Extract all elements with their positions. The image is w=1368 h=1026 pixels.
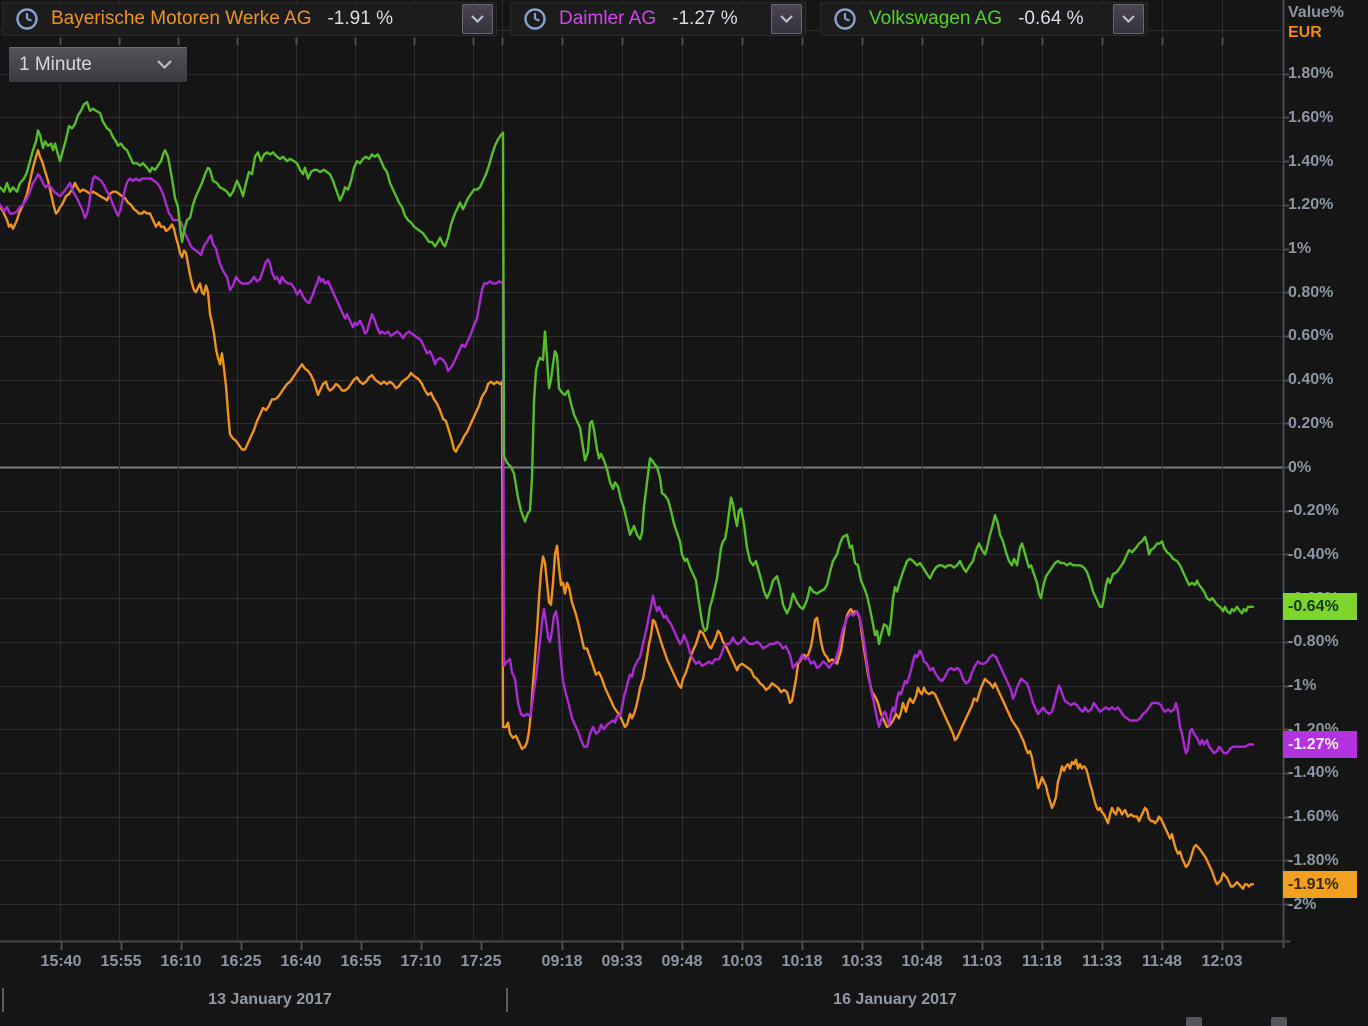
series-line-vw <box>0 102 1253 644</box>
time-axis-label: 09:18 <box>542 953 583 971</box>
value-axis-currency: EUR <box>1288 23 1344 43</box>
last-value-badge-daimler: -1.27% <box>1283 731 1357 758</box>
time-axis-label: 16:55 <box>341 953 382 971</box>
value-axis-label: -0.80% <box>1288 632 1339 651</box>
value-axis-label: -1.40% <box>1288 763 1339 782</box>
chart-canvas[interactable] <box>0 0 1368 1026</box>
value-axis-label: 0.20% <box>1288 414 1333 433</box>
instrument-dropdown-button[interactable] <box>462 4 493 34</box>
value-axis-title-line1: Value% <box>1288 3 1344 23</box>
value-axis-label: -0.20% <box>1288 501 1339 520</box>
value-axis-label: 0.80% <box>1288 283 1333 302</box>
instrument-tab-vw[interactable]: Volkswagen AG -0.64 % <box>820 2 1148 36</box>
instrument-tab-daimler[interactable]: Daimler AG -1.27 % <box>510 2 806 36</box>
value-axis-label: -1.60% <box>1288 807 1339 826</box>
time-axis-label: 10:03 <box>722 953 763 971</box>
instrument-dropdown-button[interactable] <box>1113 4 1144 34</box>
instrument-tab-bmw[interactable]: Bayerische Motoren Werke AG -1.91 % <box>2 2 497 36</box>
value-axis-label: -1.80% <box>1288 851 1339 870</box>
interval-label: 1 Minute <box>19 54 92 76</box>
value-axis-label: 0.60% <box>1288 326 1333 345</box>
chevron-down-icon <box>779 8 794 30</box>
time-axis-label: 09:33 <box>602 953 643 971</box>
last-value-badge-vw: -0.64% <box>1283 593 1357 620</box>
scrollbar-marker-left[interactable] <box>1186 1017 1202 1026</box>
chart-window: Bayerische Motoren Werke AG -1.91 % Daimle… <box>0 0 1368 1026</box>
time-axis-label: 10:33 <box>842 953 883 971</box>
chevron-down-icon <box>470 8 485 30</box>
time-axis-label: 12:03 <box>1202 953 1243 971</box>
instrument-change: -1.91 % <box>327 8 392 30</box>
last-value-badge-bmw: -1.91% <box>1283 871 1357 898</box>
time-axis-label: 16:25 <box>221 953 262 971</box>
time-axis-label: 09:48 <box>662 953 703 971</box>
value-axis-label: -0.40% <box>1288 545 1339 564</box>
time-axis-label: 11:03 <box>962 953 1002 971</box>
time-axis-label: 11:33 <box>1082 953 1122 971</box>
time-axis-label: 17:10 <box>401 953 442 971</box>
value-axis-label: 1.20% <box>1288 195 1333 214</box>
instrument-change: -0.64 % <box>1018 8 1083 30</box>
time-axis-label: 11:18 <box>1022 953 1062 971</box>
time-axis-label: 15:55 <box>101 953 142 971</box>
interval-dropdown[interactable]: 1 Minute <box>8 46 188 83</box>
instrument-name: Volkswagen AG <box>869 8 1002 30</box>
time-axis-label: 10:48 <box>902 953 943 971</box>
chevron-down-icon <box>156 54 173 76</box>
date-label: 13 January 2017 <box>208 991 332 1009</box>
time-axis-label: 16:40 <box>281 953 322 971</box>
time-axis-label: 11:48 <box>1142 953 1182 971</box>
scrollbar-marker-right[interactable] <box>1271 1017 1287 1026</box>
time-axis-label: 16:10 <box>161 953 202 971</box>
date-label: 16 January 2017 <box>833 991 957 1009</box>
value-axis-label: 0% <box>1288 458 1311 477</box>
instrument-dropdown-button[interactable] <box>771 4 802 34</box>
chevron-down-icon <box>1121 8 1136 30</box>
time-axis-label: 10:18 <box>782 953 823 971</box>
clock-icon <box>523 7 547 31</box>
value-axis-title: Value% EUR <box>1288 3 1344 43</box>
value-axis-label: 1.40% <box>1288 152 1333 171</box>
value-axis-label: -1% <box>1288 676 1316 695</box>
session-separator <box>2 988 4 1012</box>
time-axis-label: 15:40 <box>41 953 82 971</box>
clock-icon <box>15 7 39 31</box>
instrument-name: Bayerische Motoren Werke AG <box>51 8 311 30</box>
value-axis-label: 1% <box>1288 239 1311 258</box>
time-axis-label: 17:25 <box>461 953 502 971</box>
instrument-change: -1.27 % <box>672 8 737 30</box>
instrument-name: Daimler AG <box>559 8 656 30</box>
session-separator <box>506 988 508 1012</box>
value-axis-label: 1.60% <box>1288 108 1333 127</box>
value-axis-label: 1.80% <box>1288 64 1333 83</box>
value-axis-label: 0.40% <box>1288 370 1333 389</box>
clock-icon <box>833 7 857 31</box>
